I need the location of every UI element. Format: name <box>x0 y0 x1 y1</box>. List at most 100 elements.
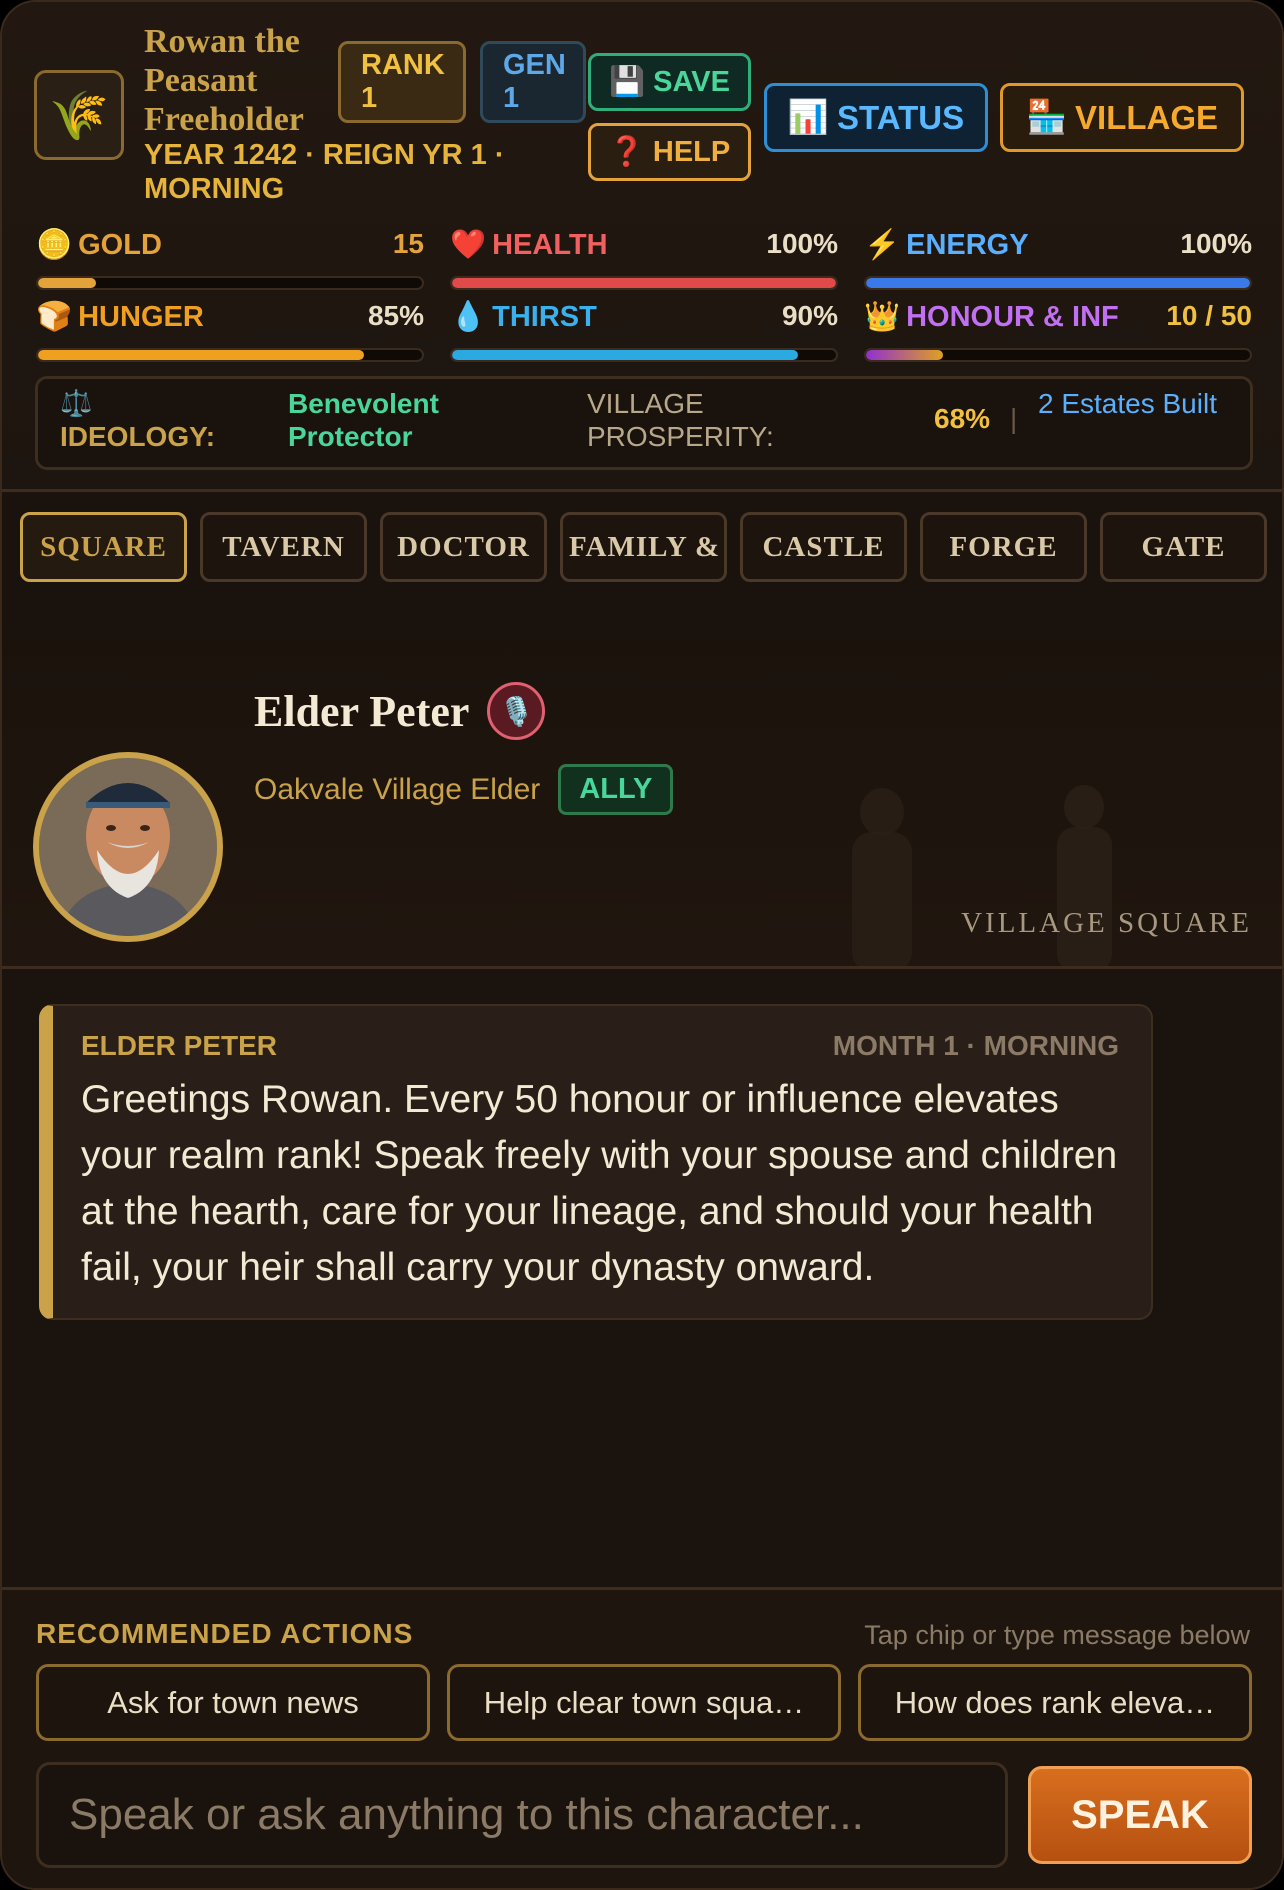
gen-label: GEN <box>503 49 566 81</box>
location-label: VILLAGE SQUARE <box>961 907 1252 939</box>
prosperity-label: VILLAGE PROSPERITY: <box>587 388 774 452</box>
elder-face-icon <box>39 758 217 936</box>
hunger-bar-fill <box>38 350 365 360</box>
help-label: HELP <box>652 135 731 168</box>
honour-label: HONOUR & INF <box>906 300 1119 333</box>
message-time: MONTH 1 · MORNING <box>832 1030 1119 1061</box>
gen-badge: GEN 1 <box>480 41 586 123</box>
message-text: Greetings Rowan. Every 50 honour or infl… <box>81 1078 1118 1289</box>
help-button[interactable]: ❓ HELP <box>588 123 751 181</box>
gold-value: 15 <box>392 228 424 259</box>
tab-tavern[interactable]: TAVERN <box>200 512 367 582</box>
action-chip[interactable]: Ask for town news <box>36 1664 430 1741</box>
npc-name: Elder Peter <box>254 686 470 736</box>
honour-value: 10 / 50 <box>1166 300 1252 331</box>
floppy-disk-icon: 💾 <box>609 66 646 98</box>
thirst-value: 90% <box>781 300 838 331</box>
npc-message: ELDER PETER MONTH 1 · MORNING Greetings … <box>39 1004 1153 1320</box>
shop-icon: 🏪 <box>1025 98 1068 135</box>
rank-value: 1 <box>361 82 378 114</box>
character-name: Rowan the Peasant Freeholder <box>144 23 304 138</box>
village-label: VILLAGE <box>1075 98 1219 136</box>
relation-badge: ALLY <box>558 764 674 815</box>
coin-icon: 🪙 <box>36 229 73 261</box>
microphone-icon[interactable]: 🎙️ <box>487 682 546 740</box>
status-button[interactable]: 📊 STATUS <box>764 83 988 152</box>
date-line: YEAR 1242 · REIGN YR 1 · MORNING <box>144 139 505 205</box>
stat-thirst: 💧 THIRST 90% <box>450 300 838 362</box>
hunger-value: 85% <box>367 300 424 331</box>
bread-icon: 🍞 <box>36 301 73 333</box>
npc-subheading: Oakvale Village Elder ALLY <box>254 764 674 815</box>
crown-icon: 👑 <box>864 301 901 333</box>
wheat-icon: 🌾 <box>34 70 124 160</box>
thirst-bar <box>450 348 838 362</box>
energy-value: 100% <box>1180 228 1252 259</box>
actions-hint: Tap chip or type message below <box>864 1620 1250 1650</box>
scene-banner: Elder Peter 🎙️ Oakvale Village Elder ALL… <box>2 602 1282 969</box>
tab-gate[interactable]: GATE <box>1100 512 1267 582</box>
rank-label: RANK <box>361 49 445 81</box>
energy-label: ENERGY <box>906 228 1029 261</box>
save-button[interactable]: 💾 SAVE <box>588 53 751 111</box>
thirst-bar-fill <box>452 350 798 360</box>
tab-forge[interactable]: FORGE <box>920 512 1087 582</box>
action-chip[interactable]: Help clear town squa… <box>447 1664 841 1741</box>
tab-family[interactable]: FAMILY & <box>560 512 727 582</box>
gold-bar-fill <box>38 278 96 288</box>
question-mark-icon: ❓ <box>608 136 645 168</box>
health-label: HEALTH <box>492 228 608 261</box>
tab-square[interactable]: SQUARE <box>20 512 187 582</box>
status-label: STATUS <box>836 98 965 136</box>
lightning-icon: ⚡ <box>864 229 901 261</box>
tab-doctor[interactable]: DOCTOR <box>380 512 547 582</box>
npc-portrait <box>33 752 223 942</box>
save-label: SAVE <box>653 65 730 98</box>
health-bar-fill <box>452 278 836 288</box>
heart-icon: ❤️ <box>450 229 487 261</box>
chat-area: ELDER PETER MONTH 1 · MORNING Greetings … <box>2 972 1282 1587</box>
bar-chart-icon: 📊 <box>787 98 829 135</box>
honour-bar <box>864 348 1252 362</box>
prosperity-value: 68% <box>934 403 991 434</box>
stat-gold: 🪙 GOLD 15 <box>36 228 424 290</box>
npc-heading: Elder Peter 🎙️ <box>254 682 546 740</box>
village-button[interactable]: 🏪 VILLAGE <box>1000 83 1244 152</box>
health-value: 100% <box>766 228 838 259</box>
message-speaker: ELDER PETER <box>81 1030 278 1061</box>
honour-bar-fill <box>866 350 943 360</box>
energy-bar <box>864 276 1252 290</box>
thirst-label: THIRST <box>492 300 597 333</box>
npc-title: Oakvale Village Elder <box>254 772 541 806</box>
estates-built: 2 Estates Built <box>1038 388 1217 419</box>
gold-bar <box>36 276 424 290</box>
tab-castle[interactable]: CASTLE <box>740 512 907 582</box>
actions-title: RECOMMENDED ACTIONS <box>36 1618 414 1649</box>
hunger-label: HUNGER <box>78 300 204 333</box>
message-input[interactable] <box>36 1762 1008 1868</box>
stat-honour: 👑 HONOUR & INF 10 / 50 <box>864 300 1252 362</box>
action-chip[interactable]: How does rank eleva… <box>858 1664 1252 1741</box>
gen-value: 1 <box>503 82 520 114</box>
ideology-value: Benevolent Protector <box>288 388 439 452</box>
droplet-icon: 💧 <box>450 301 487 333</box>
energy-bar-fill <box>866 278 1250 288</box>
stat-health: ❤️ HEALTH 100% <box>450 228 838 290</box>
action-panel: RECOMMENDED ACTIONS Tap chip or type mes… <box>2 1587 1282 1888</box>
separator: | <box>1010 403 1018 434</box>
health-bar <box>450 276 838 290</box>
ideology-panel: ⚖️ IDEOLOGY: Benevolent Protector VILLAG… <box>35 376 1253 470</box>
stat-energy: ⚡ ENERGY 100% <box>864 228 1252 290</box>
hunger-bar <box>36 348 424 362</box>
scales-icon: ⚖️ <box>60 388 93 418</box>
ideology-label: IDEOLOGY: <box>60 421 216 452</box>
rank-badge: RANK 1 <box>338 41 466 123</box>
location-tabs: SQUARE TAVERN DOCTOR FAMILY & CASTLE FOR… <box>2 494 1282 602</box>
stat-hunger: 🍞 HUNGER 85% <box>36 300 424 362</box>
action-chip-label: Ask for town news <box>107 1684 359 1720</box>
action-chip-label: How does rank eleva… <box>894 1684 1216 1720</box>
action-chip-label: Help clear town squa… <box>483 1684 805 1720</box>
top-header: 🌾 Rowan the Peasant Freeholder YEAR 1242… <box>2 2 1282 492</box>
gold-label: GOLD <box>78 228 162 261</box>
speak-button[interactable]: SPEAK <box>1028 1766 1252 1864</box>
